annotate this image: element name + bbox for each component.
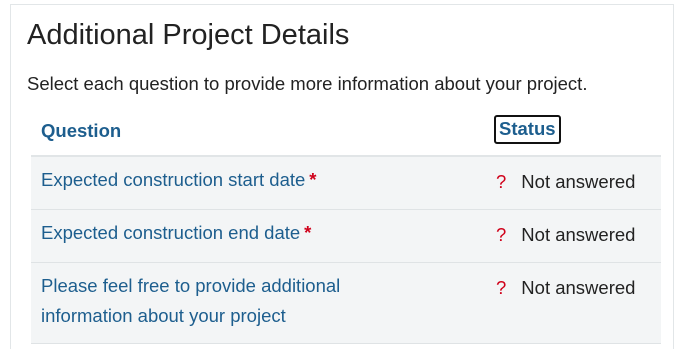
question-link-construction-start[interactable]: Expected construction start date * xyxy=(41,165,421,195)
status-text: Not answered xyxy=(521,171,636,192)
questions-table: Question Status Expected construction st… xyxy=(31,107,661,344)
question-label: Expected construction start date xyxy=(41,169,306,190)
status-text: Not answered xyxy=(521,224,636,245)
column-header-status[interactable]: Status xyxy=(494,115,561,144)
question-mark-icon: ? xyxy=(496,277,507,298)
question-mark-icon: ? xyxy=(496,171,507,192)
column-header-question: Question xyxy=(41,120,122,141)
project-details-panel: Additional Project Details Select each q… xyxy=(10,4,674,349)
question-label: Expected construction end date xyxy=(41,222,301,243)
table-row: Expected construction start date * ? Not a… xyxy=(31,157,661,210)
required-marker: * xyxy=(309,169,317,190)
table-header: Question Status xyxy=(31,107,661,157)
question-mark-icon: ? xyxy=(496,224,507,245)
table-row: Please feel free to provide additional i… xyxy=(31,263,661,344)
status-cell: ? Not answered xyxy=(496,277,635,299)
status-cell: ? Not answered xyxy=(496,171,635,193)
question-label: Please feel free to provide additional i… xyxy=(41,275,341,326)
required-marker: * xyxy=(304,222,312,243)
status-cell: ? Not answered xyxy=(496,224,635,246)
page-intro: Select each question to provide more inf… xyxy=(27,73,588,94)
status-text: Not answered xyxy=(521,277,636,298)
question-link-additional-info[interactable]: Please feel free to provide additional i… xyxy=(41,271,421,331)
table-row: Expected construction end date * ? Not ans… xyxy=(31,210,661,263)
page-title: Additional Project Details xyxy=(27,19,350,51)
question-link-construction-end[interactable]: Expected construction end date * xyxy=(41,218,421,248)
